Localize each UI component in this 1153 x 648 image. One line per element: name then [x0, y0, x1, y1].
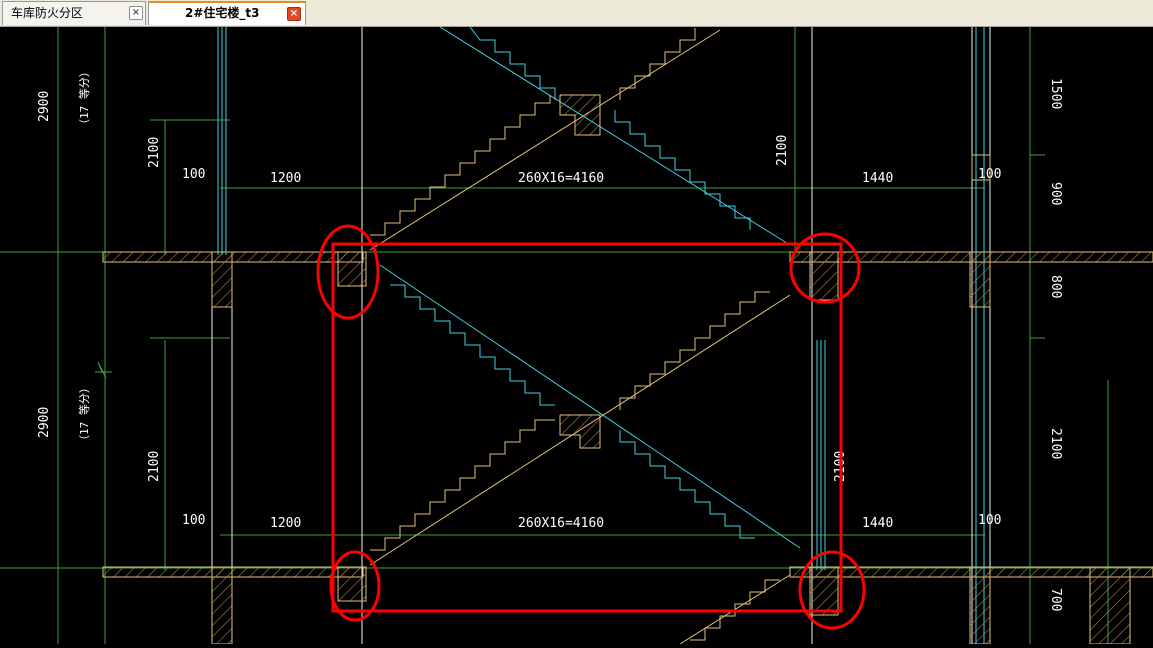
dim-1200-a: 1200 — [270, 171, 301, 186]
dim-stair-b: 260X16=4160 — [518, 516, 604, 531]
dim-2100-a: 2100 — [147, 137, 162, 168]
dim-right-900: 900 — [1048, 182, 1063, 205]
dim-1200-b: 1200 — [270, 516, 301, 531]
dim-1440-b: 1440 — [862, 516, 893, 531]
dim-right-800: 800 — [1048, 275, 1063, 298]
dim-upper-left-sub: （17 等分） — [77, 66, 91, 130]
dim-right-700: 700 — [1048, 588, 1063, 611]
tab-building-2[interactable]: 2#住宅楼_t3 × — [148, 1, 306, 25]
tab-label: 2#住宅楼_t3 — [185, 6, 260, 20]
dim-lower-left: 2900 — [37, 407, 52, 438]
dim-right-1500: 1500 — [1048, 78, 1063, 109]
close-icon[interactable]: × — [129, 6, 143, 20]
dim-2100-c: 2100 — [775, 135, 790, 166]
dim-1440-a: 1440 — [862, 171, 893, 186]
dim-100-d: 100 — [978, 513, 1001, 528]
dim-lower-left-sub: （17 等分） — [77, 382, 91, 446]
dim-upper-left: 2900 — [37, 91, 52, 122]
tab-bar: 车库防火分区 × 2#住宅楼_t3 × — [0, 0, 1153, 27]
dimension-labels: 2900 （17 等分） 2900 （17 等分） 2100 2100 2100… — [37, 66, 1063, 611]
close-icon[interactable]: × — [287, 7, 301, 21]
white-reference-lines — [211, 27, 991, 644]
dim-100-b: 100 — [182, 513, 205, 528]
dim-2100-b: 2100 — [147, 451, 162, 482]
dim-right-2100: 2100 — [1048, 428, 1063, 459]
stair-flights — [369, 28, 791, 645]
dim-100-a: 100 — [182, 167, 205, 182]
tab-garage-fire-zone[interactable]: 车库防火分区 × — [2, 1, 146, 25]
tab-label: 车库防火分区 — [11, 6, 84, 20]
dim-100-c: 100 — [978, 167, 1001, 182]
cad-drawing-canvas[interactable]: 2900 （17 等分） 2900 （17 等分） 2100 2100 2100… — [0, 26, 1153, 645]
dim-stair-a: 260X16=4160 — [518, 171, 604, 186]
